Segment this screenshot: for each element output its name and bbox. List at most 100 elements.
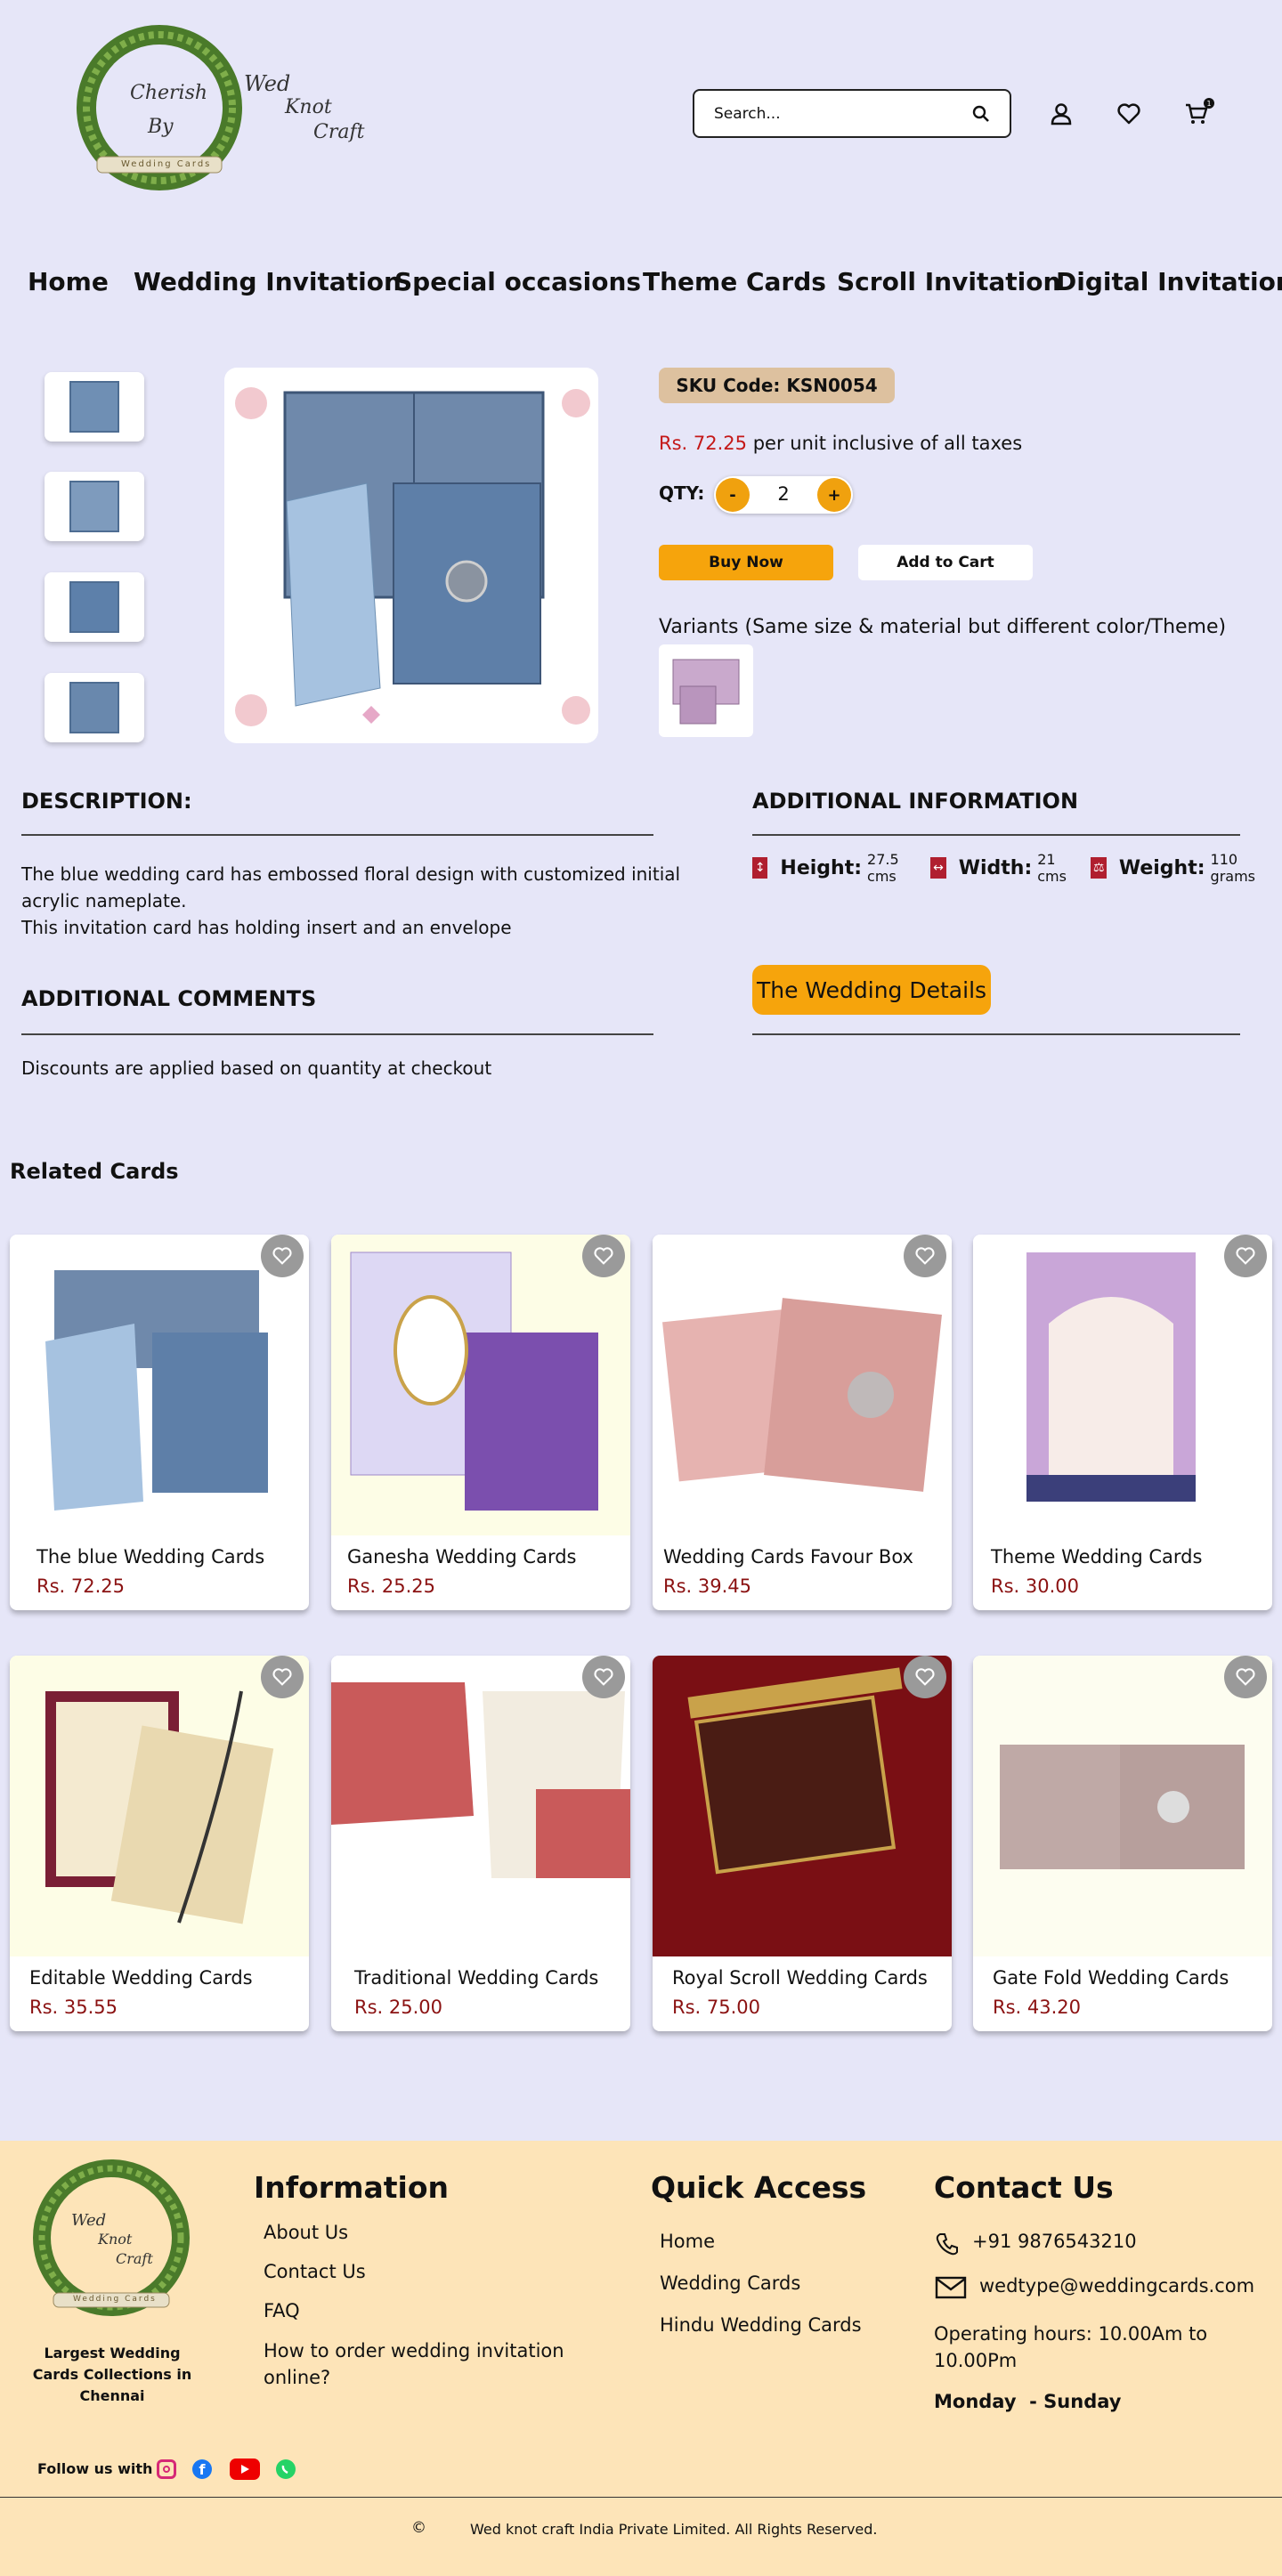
product-card[interactable]: Royal Scroll Wedding Cards Rs. 75.00: [653, 1656, 952, 2031]
search-input[interactable]: Search...: [693, 89, 1011, 138]
product-card[interactable]: Theme Wedding Cards Rs. 30.00: [973, 1235, 1272, 1610]
product-card-price: Rs. 72.25: [37, 1576, 126, 1597]
wishlist-heart-icon[interactable]: [1115, 100, 1143, 128]
operating-hours: Operating hours: 10.00Am to 10.00Pm: [934, 2323, 1208, 2371]
product-image: [653, 1235, 952, 1535]
description-text: The blue wedding card has embossed flora…: [21, 861, 707, 941]
footer-link-faq[interactable]: FAQ: [264, 2300, 300, 2321]
contact-phone[interactable]: +91 9876543210: [972, 2231, 1137, 2252]
product-image: [331, 1656, 630, 1956]
heart-icon[interactable]: [261, 1656, 304, 1698]
nav-home[interactable]: Home: [28, 267, 109, 296]
description-line: This invitation card has holding insert …: [21, 917, 512, 938]
product-card[interactable]: Traditional Wedding Cards Rs. 25.00: [331, 1656, 630, 2031]
footer-link-about[interactable]: About Us: [264, 2222, 348, 2243]
heart-icon[interactable]: [904, 1656, 946, 1698]
description-line: The blue wedding card has embossed flora…: [21, 863, 681, 911]
additional-comments-heading: ADDITIONAL COMMENTS: [21, 986, 317, 1011]
product-thumbnail[interactable]: [45, 372, 144, 441]
sku-badge: SKU Code: KSN0054: [659, 368, 895, 403]
footer-link-wedding-cards[interactable]: Wedding Cards: [660, 2272, 800, 2294]
whatsapp-icon[interactable]: [276, 2459, 296, 2479]
weight-icon: ⚖: [1091, 857, 1107, 879]
nav-special-occasions[interactable]: Special occasions: [394, 267, 641, 296]
product-thumbnail[interactable]: [45, 673, 144, 742]
buy-now-button[interactable]: Buy Now: [659, 545, 833, 580]
footer-link-how-to-order[interactable]: How to order wedding invitation online?: [264, 2337, 602, 2391]
product-thumbnail[interactable]: [45, 572, 144, 642]
logo-text-wed: Wed: [244, 71, 291, 96]
heart-icon[interactable]: [1224, 1656, 1267, 1698]
additional-info-heading: ADDITIONAL INFORMATION: [752, 789, 1079, 814]
product-card[interactable]: The blue Wedding Cards Rs. 72.25: [10, 1235, 309, 1610]
footer-contact-heading: Contact Us: [934, 2170, 1114, 2205]
product-thumbnail[interactable]: [45, 472, 144, 541]
footer-link-hindu-wedding-cards[interactable]: Hindu Wedding Cards: [660, 2314, 862, 2336]
product-card-name: Wedding Cards Favour Box: [663, 1546, 913, 1567]
product-card-name: Gate Fold Wedding Cards: [993, 1967, 1229, 1989]
operating-days: Monday - Sunday: [934, 2391, 1122, 2412]
facebook-icon[interactable]: f: [192, 2459, 212, 2479]
nav-wedding-invitation[interactable]: Wedding Invitation: [134, 267, 402, 296]
cart-icon[interactable]: 1: [1182, 98, 1214, 128]
qty-increment-button[interactable]: +: [817, 478, 851, 512]
product-card-price: Rs. 43.20: [993, 1997, 1082, 2018]
search-icon[interactable]: [972, 105, 990, 123]
product-image: [331, 1235, 630, 1535]
site-logo[interactable]: Cherish By Wed Knot Craft Wedding Cards: [75, 23, 369, 201]
height-value: 27.5 cms: [867, 851, 899, 885]
product-main-image[interactable]: [224, 368, 598, 743]
footer-quick-heading: Quick Access: [651, 2170, 867, 2205]
logo-text-knot: Knot: [285, 96, 332, 118]
footer-logo-ribbon-text: Wedding Cards: [73, 2295, 157, 2304]
footer-logo[interactable]: Wed Knot Craft Wedding Cards: [27, 2158, 196, 2327]
product-image: [10, 1235, 309, 1535]
footer-link-home[interactable]: Home: [660, 2231, 715, 2252]
variant-thumbnail[interactable]: [659, 644, 753, 737]
nav-scroll-invitation[interactable]: Scroll Invitation: [837, 267, 1060, 296]
divider: [21, 1033, 653, 1035]
nav-theme-cards[interactable]: Theme Cards: [643, 267, 826, 296]
copyright-icon: ©: [411, 2519, 426, 2537]
heart-icon[interactable]: [261, 1235, 304, 1277]
product-card[interactable]: Editable Wedding Cards Rs. 35.55: [10, 1656, 309, 2031]
phone-icon: [936, 2232, 959, 2256]
product-card[interactable]: Gate Fold Wedding Cards Rs. 43.20: [973, 1656, 1272, 2031]
contact-email[interactable]: wedtype@weddingcards.com: [979, 2275, 1254, 2297]
product-card[interactable]: Wedding Cards Favour Box Rs. 39.45: [653, 1235, 952, 1610]
width-icon: ↔: [930, 857, 946, 879]
qty-label: QTY:: [659, 482, 705, 504]
instagram-icon[interactable]: [157, 2459, 176, 2479]
product-card[interactable]: Ganesha Wedding Cards Rs. 25.25: [331, 1235, 630, 1610]
divider: [21, 834, 653, 836]
quantity-stepper: - 2 +: [714, 476, 853, 514]
footer-link-contact[interactable]: Contact Us: [264, 2261, 366, 2282]
nav-digital-invitation[interactable]: Digital Invitation: [1056, 267, 1282, 296]
heart-icon[interactable]: [582, 1235, 625, 1277]
width-label: Width:: [958, 856, 1033, 879]
heart-icon[interactable]: [1224, 1235, 1267, 1277]
weight-value: 110 grams: [1210, 851, 1255, 885]
product-card-name: Royal Scroll Wedding Cards: [672, 1967, 928, 1989]
main-nav: Home Wedding Invitation Special occasion…: [0, 267, 1282, 312]
divider: [752, 1033, 1240, 1035]
product-card-name: The blue Wedding Cards: [37, 1546, 265, 1567]
youtube-icon[interactable]: [230, 2459, 260, 2480]
variants-label: Variants (Same size & material but diffe…: [659, 616, 1227, 638]
product-card-price: Rs. 25.25: [347, 1576, 436, 1597]
logo-ribbon-text: Wedding Cards: [121, 159, 212, 169]
width-value: 21 cms: [1037, 851, 1067, 885]
logo-text-craft: Craft: [313, 121, 365, 143]
heart-icon[interactable]: [904, 1235, 946, 1277]
product-card-price: Rs. 35.55: [29, 1997, 118, 2018]
add-to-cart-button[interactable]: Add to Cart: [858, 545, 1033, 580]
footer-logo-text-wed: Wed: [71, 2211, 107, 2230]
wedding-details-button[interactable]: The Wedding Details: [752, 965, 991, 1015]
footer-logo-text-knot: Knot: [98, 2231, 133, 2248]
product-card-price: Rs. 75.00: [672, 1997, 761, 2018]
heart-icon[interactable]: [582, 1656, 625, 1698]
price-line: Rs. 72.25 per unit inclusive of all taxe…: [659, 433, 1022, 454]
footer-divider: [0, 2497, 1282, 2498]
product-card-name: Theme Wedding Cards: [991, 1546, 1203, 1567]
user-icon[interactable]: [1047, 100, 1075, 128]
